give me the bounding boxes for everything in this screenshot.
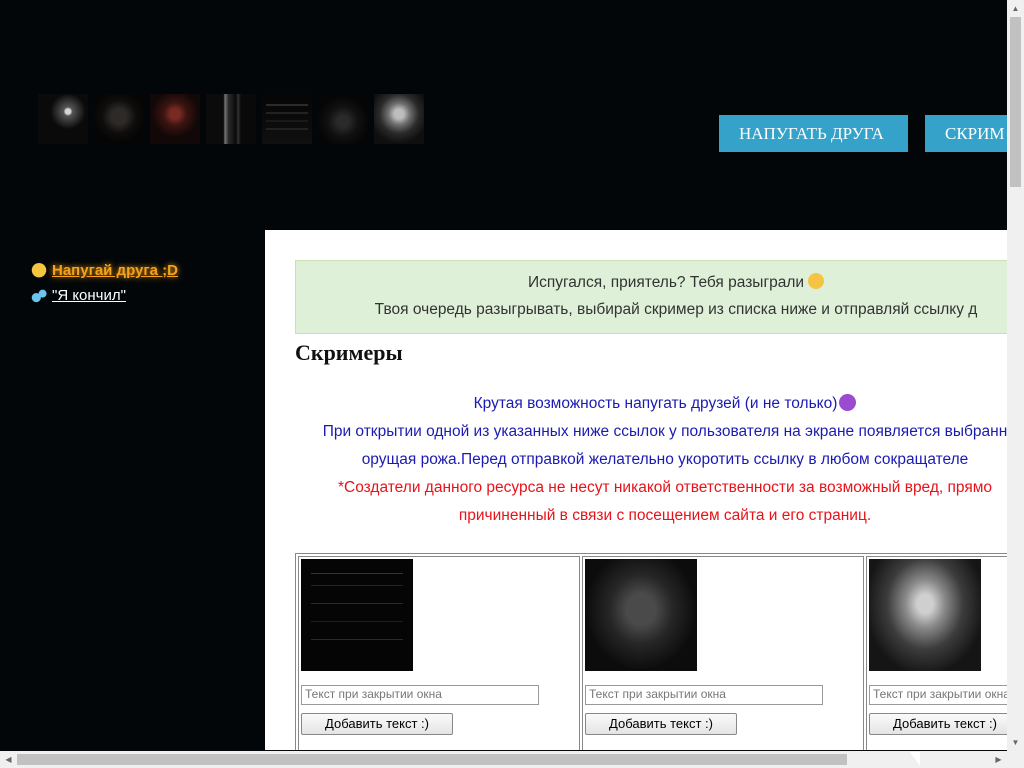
devil-emoji-icon: [839, 394, 857, 411]
scroll-right-arrow-icon[interactable]: ▶: [990, 751, 1007, 768]
sidebar-link-finished[interactable]: "Я кончил": [52, 287, 126, 304]
close-text-input[interactable]: Текст при закрытии окна: [869, 685, 1010, 705]
vertical-scrollbar[interactable]: ▲ ▼: [1007, 0, 1024, 751]
scary-face-thumbnail[interactable]: [374, 94, 424, 144]
scary-face-thumbnail[interactable]: [94, 94, 144, 144]
warning-line-1: *Создатели данного ресурса не несут ника…: [337, 479, 993, 496]
mouse-cursor-icon: [910, 752, 920, 766]
sidebar: Напугай друга ;D "Я кончил": [30, 262, 178, 312]
alert-line-2: Твоя очередь разыгрывать, выбирай скриме…: [374, 301, 978, 318]
add-text-button[interactable]: Добавить текст :): [869, 713, 1010, 735]
screamer-preview-image[interactable]: [869, 559, 981, 671]
screaming-emoji-icon: [30, 262, 48, 279]
scroll-left-arrow-icon[interactable]: ◀: [0, 751, 17, 768]
description-block: Крутая возможность напугать друзей (и не…: [265, 390, 1010, 530]
page-title: Скримеры: [295, 340, 403, 365]
scary-face-thumbnail[interactable]: [262, 94, 312, 144]
close-text-input[interactable]: Текст при закрытии окна: [301, 685, 539, 705]
sidebar-item-scare-friend[interactable]: Напугай друга ;D: [30, 262, 178, 279]
screamer-cell: Текст при закрытии окна Добавить текст :…: [582, 556, 864, 750]
add-text-button[interactable]: Добавить текст :): [301, 713, 453, 735]
screamer-cell: Текст при закрытии окна Добавить текст :…: [298, 556, 580, 750]
scary-face-thumbnail[interactable]: [38, 94, 88, 144]
scary-face-thumbnail[interactable]: [318, 94, 368, 144]
scary-face-thumbnail[interactable]: [150, 94, 200, 144]
alert-line-1: Испугался, приятель? Тебя разыграли: [527, 274, 805, 291]
scrollbar-corner: [1007, 751, 1024, 768]
screamer-preview-image[interactable]: [585, 559, 697, 671]
vertical-scroll-thumb[interactable]: [1010, 17, 1021, 187]
main-content: Испугался, приятель? Тебя разыграли Твоя…: [265, 230, 1010, 750]
scroll-up-arrow-icon[interactable]: ▲: [1007, 0, 1024, 17]
screamers-table: Текст при закрытии окна Добавить текст :…: [295, 553, 1010, 750]
close-text-input[interactable]: Текст при закрытии окна: [585, 685, 823, 705]
smile-emoji-icon: [808, 273, 825, 289]
add-text-button[interactable]: Добавить текст :): [585, 713, 737, 735]
warning-line-2: причиненный в связи с посещением сайта и…: [458, 507, 872, 524]
horizontal-scrollbar[interactable]: ◀ ▶: [0, 751, 1007, 768]
screamer-cell: Текст при закрытии окна Добавить текст :…: [866, 556, 1010, 750]
header-thumbnail-strip: [38, 94, 430, 144]
scare-friend-nav-button[interactable]: НАПУГАТЬ ДРУГА: [719, 115, 908, 152]
desc-line-1: Крутая возможность напугать друзей (и не…: [473, 395, 838, 412]
screamer-preview-image[interactable]: [301, 559, 413, 671]
scroll-down-arrow-icon[interactable]: ▼: [1007, 734, 1024, 751]
desc-line-2: При открытии одной из указанных ниже ссы…: [322, 423, 1008, 440]
scary-face-thumbnail[interactable]: [206, 94, 256, 144]
prank-alert-box: Испугался, приятель? Тебя разыграли Твоя…: [295, 260, 1010, 334]
desc-line-3: орущая рожа.Перед отправкой желательно у…: [361, 451, 969, 468]
sidebar-item-finished[interactable]: "Я кончил": [30, 287, 178, 304]
horizontal-scroll-thumb[interactable]: [17, 754, 847, 765]
sweat-drops-emoji-icon: [30, 287, 48, 304]
sidebar-link-scare-friend[interactable]: Напугай друга ;D: [52, 262, 178, 279]
